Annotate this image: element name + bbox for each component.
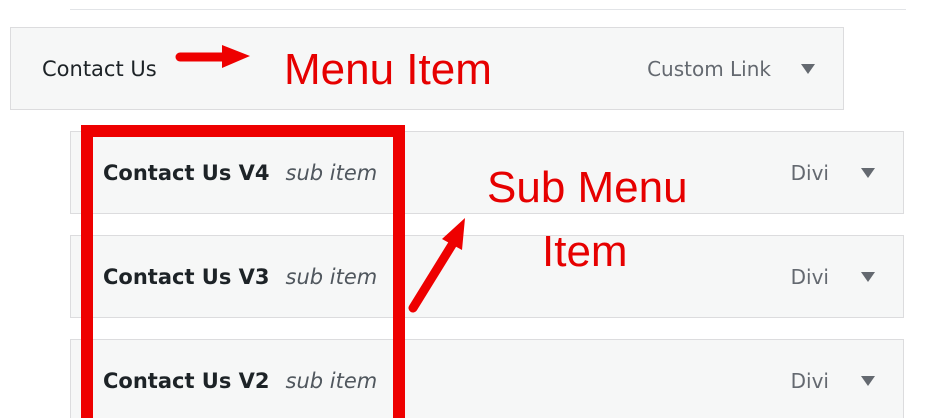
sub-menu-annotation-line2: Item [542,227,628,276]
menu-item-title-text: Contact Us [42,56,157,81]
triangle-down-icon [801,63,815,74]
sub-item-toggle-button[interactable] [853,340,883,418]
menu-item-title: Contact Us [42,28,157,109]
sub-item-toggle-button[interactable] [853,132,883,213]
sub-item-type: Divi [790,160,829,185]
sub-item-toggle-button[interactable] [853,236,883,317]
menu-item-toggle-button[interactable] [793,28,823,109]
triangle-down-icon [861,375,875,386]
triangle-down-icon [861,271,875,282]
top-divider [70,9,906,10]
menu-structure-screenshot: Contact Us Custom Link Contact Us V4 sub… [0,0,939,418]
sub-items-highlight-box [81,125,405,418]
menu-item-annotation: Menu Item [284,45,492,94]
sub-item-type: Divi [790,368,829,393]
menu-item-type: Custom Link [647,56,771,81]
sub-menu-annotation-line1: Sub Menu [487,163,688,212]
sub-item-type: Divi [790,264,829,289]
triangle-down-icon [861,167,875,178]
